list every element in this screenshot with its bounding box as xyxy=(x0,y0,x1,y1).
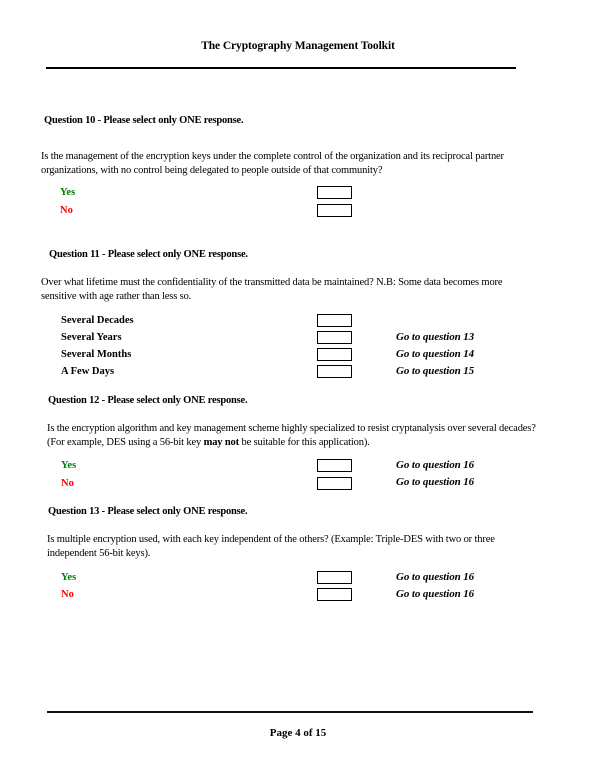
question-10-heading: Question 10 - Please select only ONE res… xyxy=(44,115,244,126)
question-12-option-no-goto: Go to question 16 xyxy=(396,476,475,488)
question-13-option-yes-label: Yes xyxy=(61,572,77,583)
question-10-option-yes-checkbox[interactable] xyxy=(317,186,352,199)
question-11-option-several-decades-label: Several Decades xyxy=(61,315,134,326)
page-number: Page 4 of 15 xyxy=(269,727,327,739)
question-11-option-a-few-days-checkbox[interactable] xyxy=(317,365,352,378)
question-11-option-several-years-checkbox[interactable] xyxy=(317,331,352,344)
question-13-heading: Question 13 - Please select only ONE res… xyxy=(48,506,248,517)
question-12-option-yes-label: Yes xyxy=(61,460,77,471)
question-10-text: Is the management of the encryption keys… xyxy=(41,151,504,176)
question-11-option-a-few-days-goto: Go to question 15 xyxy=(396,365,475,377)
question-12-option-yes-goto: Go to question 16 xyxy=(396,459,475,471)
question-12-text-emphasis: may not xyxy=(203,437,240,448)
question-13-option-no-checkbox[interactable] xyxy=(317,588,352,601)
question-11-option-several-years-goto: Go to question 13 xyxy=(396,331,475,343)
question-11-option-several-months-label: Several Months xyxy=(61,349,132,360)
question-11-option-a-few-days-label: A Few Days xyxy=(61,366,115,377)
question-11-text: Over what lifetime must the confidential… xyxy=(41,277,503,302)
question-11-option-several-decades-checkbox[interactable] xyxy=(317,314,352,327)
header-divider xyxy=(46,67,516,69)
question-12-text: Is the encryption algorithm and key mana… xyxy=(47,422,537,450)
document-title: The Cryptography Management Toolkit xyxy=(201,40,395,52)
question-13-text: Is multiple encryption used, with each k… xyxy=(47,534,495,559)
question-13-option-yes-checkbox[interactable] xyxy=(317,571,352,584)
question-10-option-yes-label: Yes xyxy=(60,187,76,198)
question-12-option-yes-checkbox[interactable] xyxy=(317,459,352,472)
question-11-heading: Question 11 - Please select only ONE res… xyxy=(49,249,248,260)
question-12-option-no-label: No xyxy=(61,478,74,489)
question-10-option-no-checkbox[interactable] xyxy=(317,204,352,217)
question-11-option-several-months-checkbox[interactable] xyxy=(317,348,352,361)
question-12-heading: Question 12 - Please select only ONE res… xyxy=(48,395,248,406)
question-11-option-several-months-goto: Go to question 14 xyxy=(396,348,475,360)
question-13-option-yes-goto: Go to question 16 xyxy=(396,571,475,583)
question-12-text-part-2: be suitable for this application). xyxy=(239,437,370,448)
question-13-option-no-label: No xyxy=(61,589,74,600)
question-13-option-no-goto: Go to question 16 xyxy=(396,588,475,600)
question-12-option-no-checkbox[interactable] xyxy=(317,477,352,490)
footer-divider xyxy=(47,711,533,713)
question-11-option-several-years-label: Several Years xyxy=(61,332,122,343)
question-10-option-no-label: No xyxy=(60,205,73,216)
